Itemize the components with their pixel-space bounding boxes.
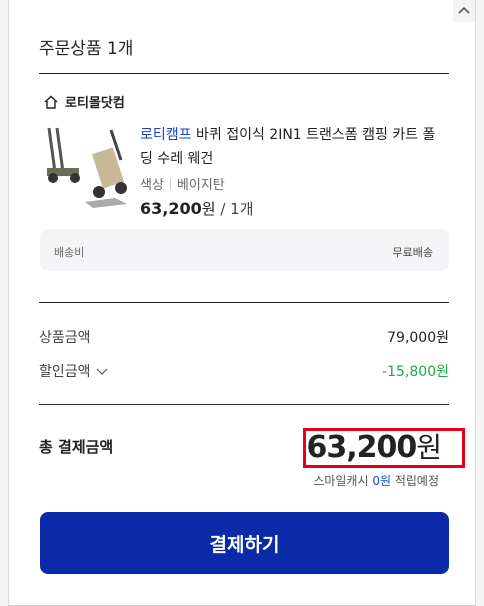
option-separator xyxy=(169,177,171,190)
points-suffix: 적립예정 xyxy=(391,474,439,488)
store-link[interactable]: 로티몰닷컴 xyxy=(43,92,125,111)
shipping-label: 배송비 xyxy=(54,246,85,259)
home-icon xyxy=(44,95,58,109)
discount-label: 할인금액 xyxy=(39,364,91,380)
chevron-down-icon xyxy=(96,368,107,375)
order-summary-card: 주문상품 1개 로티몰닷컴 로티캠프 바퀴 접이식 2IN1 트랜스폼 캠핑 카… xyxy=(8,0,476,606)
total-amount-value: 63,200 xyxy=(306,430,417,465)
store-name: 로티몰닷컴 xyxy=(65,96,125,111)
price-unit: 원 xyxy=(201,200,216,218)
product-title[interactable]: 로티캠프 바퀴 접이식 2IN1 트랜스폼 캠핑 카트 폴딩 수레 웨건 xyxy=(140,123,440,171)
divider xyxy=(39,73,449,74)
discount-amount-value: -15,800원 xyxy=(382,364,449,380)
points-value: 0원 xyxy=(372,474,392,488)
scroll-up-arrow-icon[interactable] xyxy=(453,0,475,22)
discount-amount-row: 할인금액 -15,800원 xyxy=(39,361,449,381)
smile-cash-points: 스마일캐시 0원 적립예정 xyxy=(313,472,439,489)
order-items-heading: 주문상품 1개 xyxy=(39,39,134,59)
shipping-fee-box: 배송비 무료배송 xyxy=(40,229,449,271)
product-amount-row: 상품금액 79,000원 xyxy=(39,327,449,347)
pay-button[interactable]: 결제하기 xyxy=(40,512,449,574)
product-thumbnail[interactable] xyxy=(41,120,129,210)
quantity: / 1개 xyxy=(215,200,254,218)
product-brand[interactable]: 로티캠프 xyxy=(140,127,192,143)
total-amount-label: 총 결제금액 xyxy=(39,438,114,456)
discount-toggle[interactable]: 할인금액 xyxy=(39,361,109,381)
product-price: 63,200원 / 1개 xyxy=(140,198,254,219)
price-value: 63,200 xyxy=(140,199,202,218)
product-amount-value: 79,000원 xyxy=(387,330,449,346)
points-prefix: 스마일캐시 xyxy=(313,474,373,488)
product-option: 색상 베이지탄 xyxy=(140,174,225,193)
total-amount: 63,200원 xyxy=(306,426,442,466)
product-amount-label: 상품금액 xyxy=(39,330,91,346)
total-amount-unit: 원 xyxy=(416,431,442,464)
option-value: 베이지탄 xyxy=(176,178,225,193)
divider xyxy=(39,302,449,303)
divider xyxy=(39,404,449,405)
option-label: 색상 xyxy=(140,178,164,193)
shipping-value: 무료배송 xyxy=(392,246,433,259)
